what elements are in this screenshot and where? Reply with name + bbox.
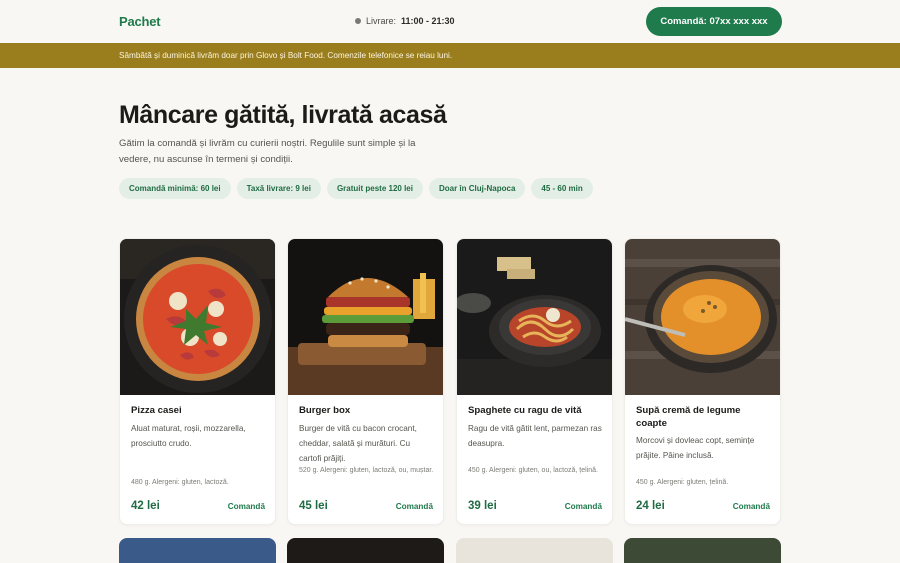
product-card: Pizza casei Aluat maturat, roșii, mozzar… (119, 238, 276, 525)
page-subtitle: Gătim la comandă și livrăm cu curierii n… (119, 138, 416, 165)
product-price: 42 lei (131, 500, 160, 512)
product-image-next-row (624, 538, 781, 563)
product-card: Burger box Burger de vită cu bacon croca… (287, 238, 444, 525)
order-button[interactable]: Comandă (396, 502, 433, 511)
product-card: Supă cremă de legume coapte Morcovi și d… (624, 238, 781, 525)
page-title: Mâncare gătită, livrată acasă (119, 101, 447, 129)
order-button[interactable]: Comandă (228, 502, 265, 511)
product-price: 39 lei (468, 500, 497, 512)
product-name: Supă cremă de legume coapte (636, 405, 741, 429)
product-description: Burger de vită cu bacon crocant, cheddar… (299, 424, 417, 463)
product-card: Spaghete cu ragu de vită Ragu de vită gă… (456, 238, 613, 525)
product-description: Aluat maturat, roșii, mozzarella, prosci… (131, 424, 246, 448)
product-image (625, 239, 780, 395)
product-meta: 520 g. Alergeni: gluten, lactoză, ou, mu… (299, 467, 434, 474)
chip-delivery-fee: Taxă livrare: 9 lei (236, 178, 321, 199)
product-price: 24 lei (636, 500, 665, 512)
product-name: Pizza casei (131, 405, 182, 416)
chip-min-order: Comandă minimă: 60 lei (119, 178, 231, 199)
chip-delivery-time: 45 - 60 min (531, 178, 593, 199)
product-image-next-row (287, 538, 444, 563)
product-meta: 450 g. Alergeni: gluten, țelină. (636, 479, 729, 486)
product-image (457, 239, 612, 395)
notice-banner-text: Sâmbătă și duminică livrăm doar prin Glo… (119, 51, 453, 60)
product-image-next-row (119, 538, 276, 563)
delivery-hours-label: Livrare: (366, 16, 397, 26)
site-header: Pachet Livrare: 11:00 - 21:30 Comandă: 0… (0, 0, 900, 43)
notice-banner: Sâmbătă și duminică livrăm doar prin Glo… (0, 43, 900, 68)
product-image (288, 239, 443, 395)
product-name: Burger box (299, 405, 351, 416)
product-meta: 450 g. Alergeni: gluten, ou, lactoză, țe… (468, 467, 598, 474)
phone-order-button[interactable]: Comandă: 07xx xxx xxx (646, 7, 782, 36)
logo[interactable]: Pachet (119, 14, 161, 29)
product-description: Morcovi și dovleac copt, semințe prăjite… (636, 436, 755, 460)
info-chips: Comandă minimă: 60 lei Taxă livrare: 9 l… (119, 178, 593, 199)
chip-area: Doar în Cluj-Napoca (428, 178, 526, 199)
status-dot-icon (355, 18, 361, 24)
product-meta: 480 g. Alergeni: gluten, lactoză. (131, 479, 229, 486)
product-description: Ragu de vită gătit lent, parmezan ras de… (468, 424, 602, 448)
product-image-next-row (456, 538, 613, 563)
chip-free-delivery: Gratuit peste 120 lei (326, 178, 423, 199)
product-image (120, 239, 275, 395)
delivery-hours: Livrare: 11:00 - 21:30 (355, 16, 455, 26)
order-button[interactable]: Comandă (733, 502, 770, 511)
product-name: Spaghete cu ragu de vită (468, 405, 582, 416)
product-price: 45 lei (299, 500, 328, 512)
order-button[interactable]: Comandă (565, 502, 602, 511)
delivery-hours-value: 11:00 - 21:30 (401, 16, 455, 26)
